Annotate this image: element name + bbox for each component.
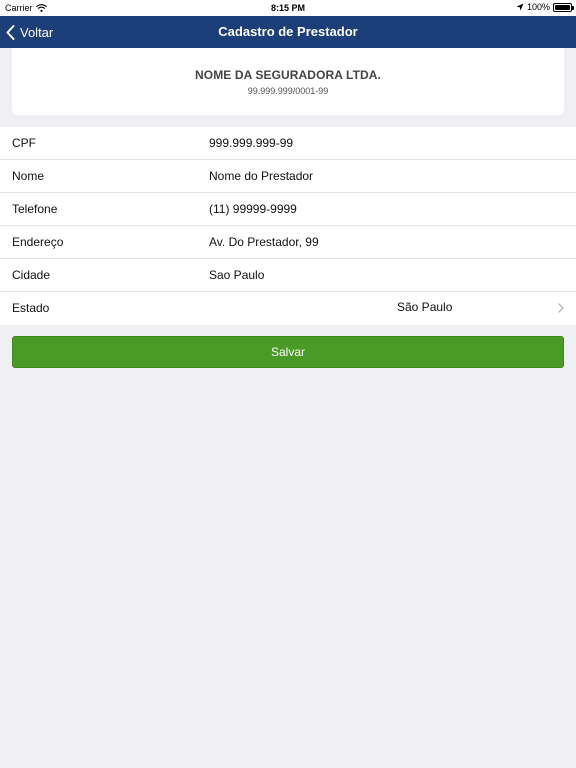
chevron-left-icon	[6, 24, 15, 40]
page-title: Cadastro de Prestador	[218, 24, 358, 39]
battery-percentage: 100%	[526, 2, 550, 12]
form-row-cpf[interactable]: CPF 999.999.999-99	[0, 127, 576, 160]
endereco-field[interactable]: Av. Do Prestador, 99	[209, 226, 319, 259]
cidade-field[interactable]: Sao Paulo	[209, 259, 264, 292]
navigation-bar: Voltar Cadastro de Prestador	[0, 16, 576, 48]
company-name: NOME DA SEGURADORA LTDA.	[195, 68, 381, 82]
save-button[interactable]: Salvar	[12, 336, 564, 368]
company-header-card: NOME DA SEGURADORA LTDA. 99.999.999/0001…	[12, 48, 564, 115]
form-row-estado[interactable]: Estado São Paulo	[0, 292, 576, 325]
form-row-telefone[interactable]: Telefone (11) 99999-9999	[0, 193, 576, 226]
nome-field[interactable]: Nome do Prestador	[209, 160, 313, 193]
cpf-label: CPF	[12, 136, 36, 150]
form-row-cidade[interactable]: Cidade Sao Paulo	[0, 259, 576, 292]
status-bar: Carrier 8:15 PM 100%	[0, 0, 576, 16]
telefone-field[interactable]: (11) 99999-9999	[209, 193, 297, 226]
estado-select[interactable]: São Paulo	[397, 292, 452, 323]
status-right: 100%	[516, 2, 574, 12]
cpf-field[interactable]: 999.999.999-99	[209, 127, 293, 160]
estado-label: Estado	[12, 301, 50, 315]
battery-icon	[553, 2, 574, 12]
telefone-label: Telefone	[12, 202, 58, 216]
status-time: 8:15 PM	[270, 3, 305, 13]
provider-form: CPF 999.999.999-99 Nome Nome do Prestado…	[0, 127, 576, 325]
cidade-label: Cidade	[12, 268, 51, 282]
chevron-right-icon	[558, 303, 564, 313]
back-button-label: Voltar	[20, 24, 54, 40]
form-row-endereco[interactable]: Endereço Av. Do Prestador, 99	[0, 226, 576, 259]
endereco-label: Endereço	[12, 235, 64, 249]
location-arrow-icon	[516, 3, 524, 11]
form-row-nome[interactable]: Nome Nome do Prestador	[0, 160, 576, 193]
nome-label: Nome	[12, 169, 45, 183]
back-button[interactable]: Voltar	[6, 16, 53, 48]
company-cnpj: 99.999.999/0001-99	[247, 86, 329, 96]
